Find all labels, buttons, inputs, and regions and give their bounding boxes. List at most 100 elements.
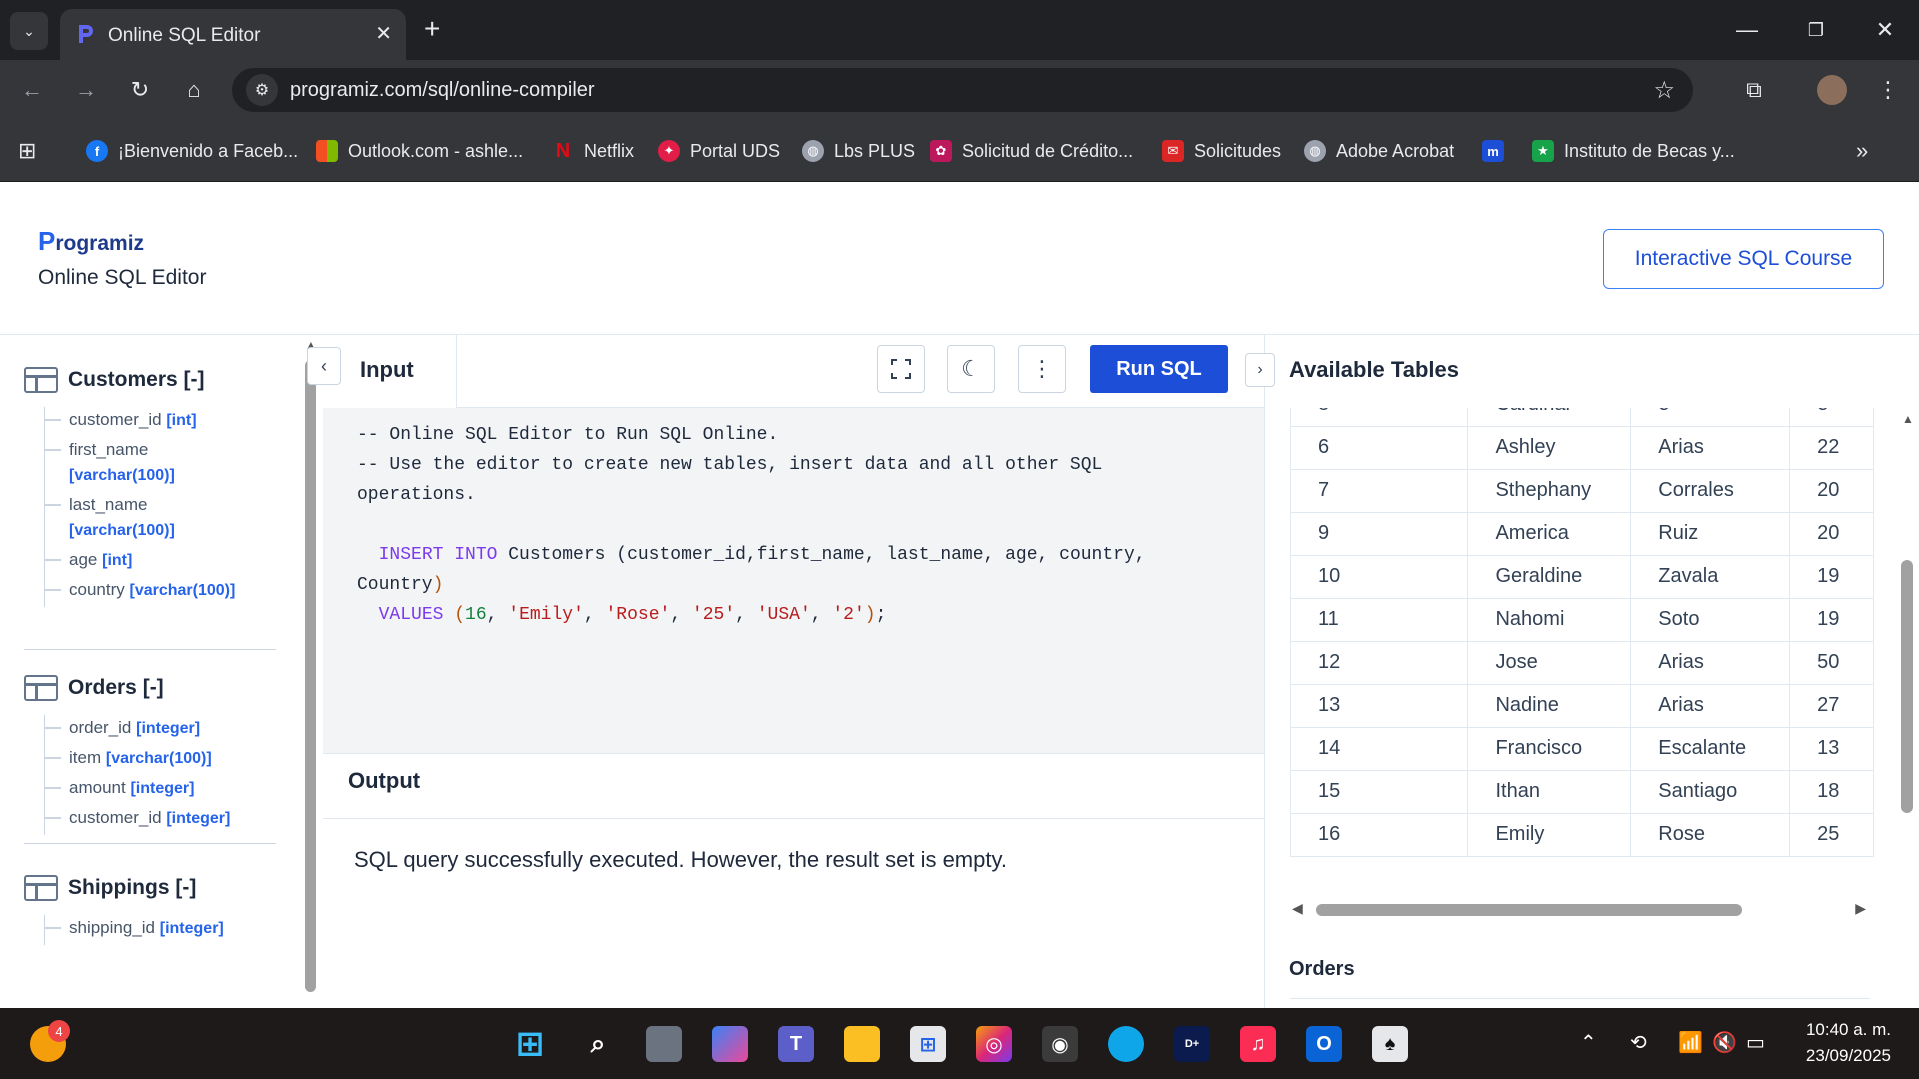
bookmark-lbs-plus[interactable]: ◍ Lbs PLUS <box>802 138 915 164</box>
sync-icon[interactable]: ⟲ <box>1630 1030 1647 1055</box>
table-orders-header[interactable]: Orders [-] <box>24 675 164 701</box>
wifi-icon[interactable]: 📶 <box>1678 1030 1703 1055</box>
bookmarks-bar: ⊞ f ¡Bienvenido a Faceb... Outlook.com - … <box>0 120 1919 182</box>
bookmark-solicitud-credito[interactable]: ✿ Solicitud de Crédito... <box>930 138 1133 164</box>
bookmark-label: Solicitudes <box>1194 140 1282 161</box>
bookmark-adobe-acrobat[interactable]: ◍ Adobe Acrobat <box>1304 138 1454 164</box>
bookmark-star-icon[interactable]: ☆ <box>1653 76 1675 105</box>
table-cell: 20 <box>1789 469 1874 513</box>
bookmark-netflix[interactable]: N Netflix <box>552 138 634 164</box>
fullscreen-button[interactable] <box>877 345 925 393</box>
table-icon <box>24 675 58 701</box>
outlook-icon[interactable]: O <box>1306 1026 1342 1062</box>
table-cell: 13 <box>1789 727 1874 771</box>
orders-table-title: Orders <box>1289 958 1355 980</box>
table-cell: 25 <box>1789 813 1874 857</box>
address-bar[interactable]: ⚙ programiz.com/sql/online-compiler ☆ <box>232 68 1693 112</box>
code-line: -- Use the editor to create new tables, … <box>357 455 1103 475</box>
bookmark-solicitudes[interactable]: ✉ Solicitudes <box>1162 138 1281 164</box>
collapse-tables-button[interactable]: › <box>1245 353 1275 387</box>
home-icon[interactable]: ⌂ <box>176 72 212 108</box>
clock-time[interactable]: 10:40 a. m. <box>1806 1020 1891 1040</box>
page-content: Programiz Online SQL Editor Interactive … <box>0 182 1919 1008</box>
show-hidden-icons-icon[interactable]: ⌃ <box>1580 1030 1597 1055</box>
sql-code-editor[interactable]: -- Online SQL Editor to Run SQL Online. … <box>323 408 1265 753</box>
table-cell: 13 <box>1290 684 1469 728</box>
browser-toolbar: ← → ↻ ⌂ ⚙ programiz.com/sql/online-compi… <box>0 60 1919 120</box>
table-row: 13 Nadine Arias 27 <box>1290 684 1874 728</box>
table-customers-header[interactable]: Customers [-] <box>24 367 205 393</box>
dark-mode-button[interactable]: ☾ <box>947 345 995 393</box>
table-horizontal-scrollbar[interactable]: ◀ ▶ <box>1290 900 1870 918</box>
table-cell: 15 <box>1290 770 1469 814</box>
clock-date[interactable]: 23/09/2025 <box>1806 1046 1891 1066</box>
minimize-icon[interactable]: — <box>1727 12 1767 48</box>
sidebar-scroll-thumb[interactable] <box>305 360 316 992</box>
bookmark-m[interactable]: m <box>1482 138 1504 164</box>
browser-tab[interactable]: Online SQL Editor ✕ <box>60 9 406 60</box>
url-text: programiz.com/sql/online-compiler <box>290 79 595 101</box>
tab-search-button[interactable]: ⌄ <box>10 12 48 50</box>
file-explorer-icon[interactable] <box>844 1026 880 1062</box>
shippings-column-list: shipping_id [integer] <box>44 915 224 945</box>
programiz-logo[interactable]: Programiz <box>38 226 144 257</box>
windows-start-icon[interactable]: ⊞ <box>512 1025 548 1063</box>
apple-music-icon[interactable]: ♫ <box>1240 1026 1276 1062</box>
table-cell: Soto <box>1630 598 1791 642</box>
browser-titlebar: ⌄ Online SQL Editor ✕ + — ❐ ✕ <box>0 0 1919 60</box>
panel-scroll-up-arrow-icon[interactable]: ▲ <box>1902 412 1914 426</box>
table-cell: Jose <box>1467 641 1632 685</box>
table-shippings-header[interactable]: Shippings [-] <box>24 875 196 901</box>
menu-kebab-icon[interactable]: ⋮ <box>1870 72 1906 108</box>
search-icon[interactable]: ⌕ <box>580 1026 616 1062</box>
column-item: order_id [integer] <box>44 715 230 741</box>
back-icon[interactable]: ← <box>14 72 50 108</box>
scroll-left-arrow-icon[interactable]: ◀ <box>1292 900 1303 917</box>
edge-icon[interactable] <box>1108 1026 1144 1062</box>
bookmark-facebook[interactable]: f ¡Bienvenido a Faceb... <box>86 138 298 164</box>
scroll-right-arrow-icon[interactable]: ▶ <box>1855 900 1866 917</box>
instagram-icon[interactable]: ◎ <box>976 1026 1012 1062</box>
close-window-icon[interactable]: ✕ <box>1865 12 1905 48</box>
more-bookmarks-icon[interactable]: » <box>1856 138 1868 164</box>
table-cell: Arias <box>1630 684 1791 728</box>
profile-avatar[interactable] <box>1814 72 1850 108</box>
solitaire-icon[interactable]: ♠ <box>1372 1026 1408 1062</box>
input-label: Input <box>360 357 414 382</box>
moon-icon: ☾ <box>961 356 981 381</box>
run-sql-button[interactable]: Run SQL <box>1090 345 1228 393</box>
output-message: SQL query successfully executed. However… <box>354 847 1007 872</box>
apps-grid-icon[interactable]: ⊞ <box>18 138 36 164</box>
chrome-icon[interactable]: ◉ <box>1042 1026 1078 1062</box>
bookmark-outlook[interactable]: Outlook.com - ashle... <box>316 138 523 164</box>
tab-close-icon[interactable]: ✕ <box>375 21 392 46</box>
task-view-icon[interactable] <box>646 1026 682 1062</box>
code-line: INSERT INTO Customers (customer_id,first… <box>378 545 1146 565</box>
panel-divider <box>1264 335 1265 1008</box>
horizontal-scroll-thumb[interactable] <box>1316 904 1742 916</box>
volume-muted-icon[interactable]: 🔇 <box>1712 1030 1737 1055</box>
copilot-icon[interactable] <box>712 1026 748 1062</box>
collapse-sidebar-button[interactable]: ‹ <box>307 347 341 385</box>
reload-icon[interactable]: ↻ <box>122 72 158 108</box>
bookmark-label: Lbs PLUS <box>834 140 916 161</box>
table-cell: Arias <box>1630 641 1791 685</box>
disney-plus-icon[interactable]: D+ <box>1174 1026 1210 1062</box>
restore-icon[interactable]: ❐ <box>1796 12 1836 48</box>
microsoft-store-icon[interactable]: ⊞ <box>910 1026 946 1062</box>
battery-icon[interactable]: ▭ <box>1746 1030 1765 1055</box>
site-info-icon[interactable]: ⚙ <box>246 74 278 106</box>
more-options-button[interactable]: ⋮ <box>1018 345 1066 393</box>
extensions-icon[interactable]: ⧉ <box>1736 72 1772 108</box>
new-tab-button[interactable]: + <box>424 12 440 46</box>
bookmark-portal-uds[interactable]: ✦ Portal UDS <box>658 138 780 164</box>
bookmark-label: Instituto de Becas y... <box>1564 140 1735 161</box>
bookmark-instituto-becas[interactable]: ★ Instituto de Becas y... <box>1532 138 1735 164</box>
windows-taskbar: 4 ⊞ ⌕ T ⊞ ◎ ◉ D+ ♫ O ♠ ⌃ ⟲ 📶 🔇 ▭ 10:40 a… <box>0 1008 1919 1079</box>
customers-column-list: customer_id [int] first_name [varchar(100… <box>44 407 235 607</box>
table-row: 12 Jose Arias 50 <box>1290 641 1874 685</box>
interactive-sql-course-button[interactable]: Interactive SQL Course <box>1603 229 1884 289</box>
forward-icon[interactable]: → <box>68 72 104 108</box>
teams-icon[interactable]: T <box>778 1026 814 1062</box>
panel-scroll-thumb[interactable] <box>1901 560 1913 813</box>
